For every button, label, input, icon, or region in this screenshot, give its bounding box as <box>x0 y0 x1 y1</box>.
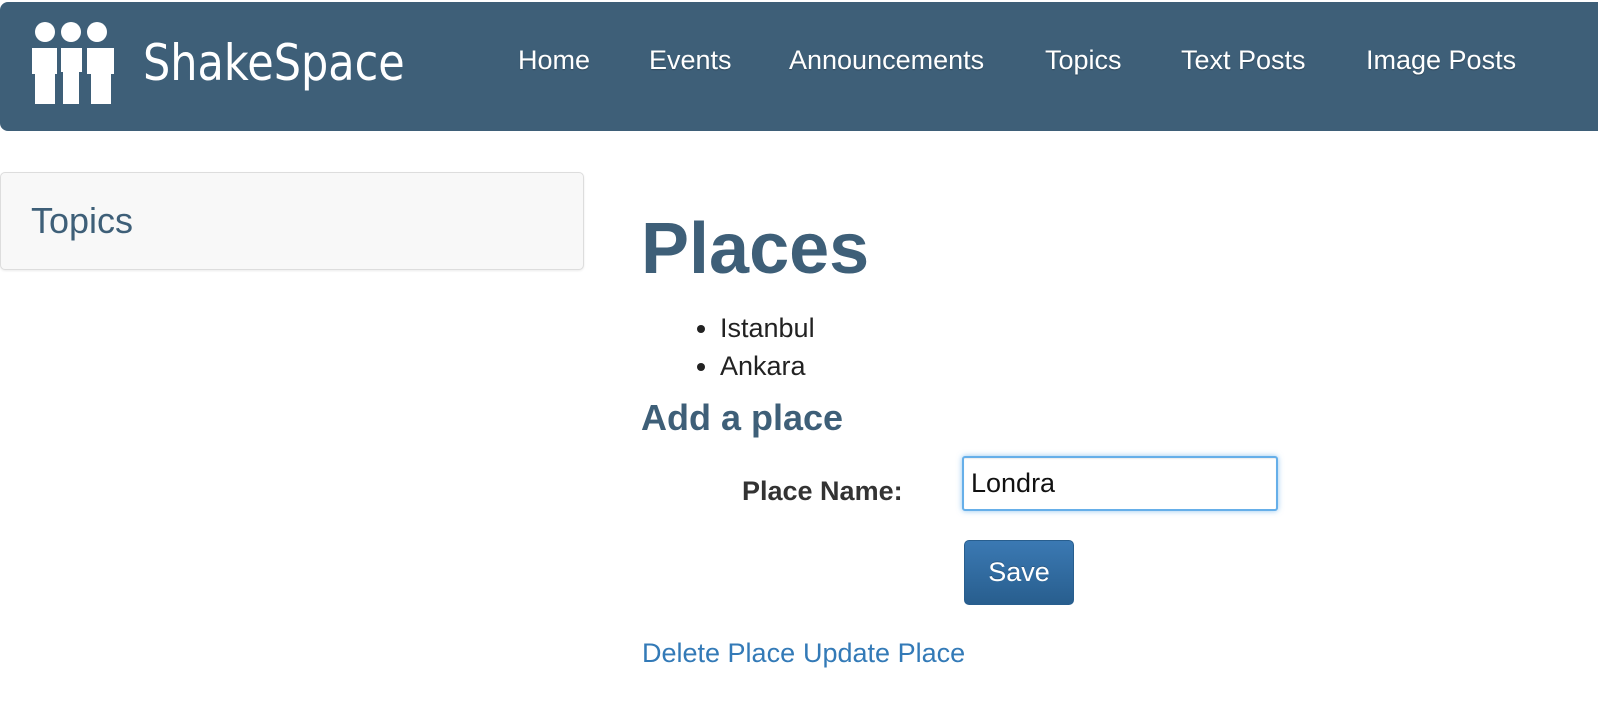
delete-place-link[interactable]: Delete Place <box>642 640 795 667</box>
nav-image-posts[interactable]: Image Posts <box>1366 47 1516 74</box>
nav-topics[interactable]: Topics <box>1045 47 1122 74</box>
list-item: Ankara <box>720 347 815 385</box>
nav-text-posts[interactable]: Text Posts <box>1181 47 1306 74</box>
place-name-input[interactable] <box>962 456 1278 511</box>
nav-events[interactable]: Events <box>649 47 732 74</box>
sidebar-heading: Topics <box>31 200 134 241</box>
save-button[interactable]: Save <box>964 540 1074 605</box>
places-list: Istanbul Ankara <box>674 309 815 385</box>
nav-home[interactable]: Home <box>518 47 590 74</box>
update-place-link[interactable]: Update Place <box>803 640 965 667</box>
nav-announcements[interactable]: Announcements <box>789 47 984 74</box>
people-group-icon <box>32 22 114 104</box>
place-name-label: Place Name: <box>742 476 903 506</box>
top-navbar: ShakeSpace Home Events Announcements Top… <box>0 2 1598 131</box>
list-item: Istanbul <box>720 309 815 347</box>
add-place-heading: Add a place <box>641 397 844 438</box>
topics-sidebar-panel: Topics <box>0 172 584 270</box>
page-title: Places <box>641 209 870 289</box>
brand[interactable]: ShakeSpace <box>30 20 447 106</box>
brand-name: ShakeSpace <box>143 34 405 92</box>
